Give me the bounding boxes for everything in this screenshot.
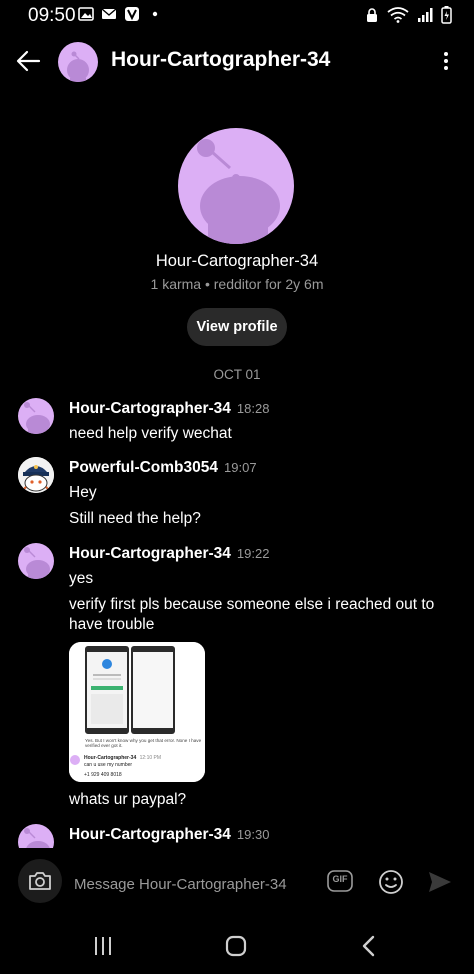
gif-button[interactable]: GIF <box>327 870 353 892</box>
message-text: need help verify wechat <box>69 425 232 442</box>
date-separator: OCT 01 <box>213 367 261 382</box>
snoo-hat-avatar-icon <box>18 457 54 493</box>
screenshot-thumbnail <box>69 642 205 782</box>
message-avatar[interactable] <box>18 543 54 579</box>
profile-avatar[interactable] <box>178 128 294 244</box>
attachment-msg: can u use my number <box>84 762 133 768</box>
message-input[interactable] <box>74 866 314 902</box>
message-text: Still need the help? <box>69 510 201 527</box>
gif-label: GIF <box>332 874 348 884</box>
username-text[interactable]: Hour-Cartographer-34 <box>69 400 231 417</box>
username-text[interactable]: Hour-Cartographer-34 <box>69 826 231 843</box>
message-username[interactable]: Hour-Cartographer-34 19:30 <box>69 826 269 844</box>
message-text: Hey <box>69 484 97 501</box>
gallery-icon <box>78 7 94 21</box>
camera-button[interactable] <box>18 859 62 903</box>
email-icon <box>101 8 117 19</box>
wifi-icon <box>387 7 409 23</box>
snoo-avatar-icon <box>24 402 50 434</box>
message-text: yes <box>69 570 94 587</box>
dot-icon <box>152 11 158 17</box>
header-avatar[interactable] <box>58 42 98 82</box>
camera-icon <box>29 872 51 890</box>
message-username[interactable]: Hour-Cartographer-34 19:22 <box>69 545 269 563</box>
profile-meta: 1 karma • redditor for 2y 6m <box>150 276 324 292</box>
emoji-icon[interactable] <box>377 868 405 896</box>
status-system-icons <box>365 6 452 24</box>
message-avatar[interactable] <box>18 824 54 848</box>
message-time: 19:30 <box>236 827 270 842</box>
snoo-avatar-icon <box>67 51 89 82</box>
kebab-menu-icon[interactable] <box>436 49 456 73</box>
send-icon[interactable] <box>426 868 454 896</box>
message-username[interactable]: Hour-Cartographer-34 18:28 <box>69 400 269 418</box>
image-attachment[interactable]: Yes. But I won't know why you get that e… <box>69 642 205 782</box>
view-profile-button[interactable]: View profile <box>187 308 287 346</box>
message-avatar[interactable] <box>18 398 54 434</box>
back-icon[interactable] <box>359 935 379 957</box>
message-time: 19:07 <box>224 460 257 475</box>
username-text[interactable]: Powerful-Comb3054 <box>69 459 218 476</box>
message-text: whats ur paypal? <box>69 791 187 808</box>
attachment-quote-text: Yes. But I won't know why you get that e… <box>85 738 202 749</box>
signal-icon <box>418 8 433 22</box>
home-icon[interactable] <box>225 935 247 957</box>
status-bar: 09:50 <box>0 0 474 30</box>
message-username[interactable]: Powerful-Comb3054 19:07 <box>69 459 257 477</box>
attachment-user-name: Hour-Cartographer-34 <box>84 755 137 761</box>
recents-icon[interactable] <box>92 936 114 956</box>
snoo-avatar-icon <box>24 828 50 848</box>
header-title: Hour-Cartographer-34 <box>111 48 331 71</box>
message-time: 19:22 <box>236 546 270 561</box>
battery-icon <box>441 6 452 24</box>
message-partial: Hour-Cartographer-34 19:30 <box>0 820 474 848</box>
snoo-avatar-icon <box>197 139 280 244</box>
message-avatar[interactable] <box>18 457 54 493</box>
message-time: 18:28 <box>236 401 270 416</box>
profile-name: Hour-Cartographer-34 <box>155 252 319 270</box>
username-text[interactable]: Hour-Cartographer-34 <box>69 545 231 562</box>
status-notification-icons <box>78 6 163 22</box>
arrow-left-icon[interactable] <box>14 46 44 76</box>
snoo-avatar-icon <box>24 547 50 579</box>
message-text: verify first pls because someone else i … <box>69 596 435 633</box>
attachment-user: Hour-Cartographer-34 12:10 PM <box>84 755 161 761</box>
attachment-user-time: 12:10 PM <box>139 755 162 761</box>
status-time: 09:50 <box>28 5 76 26</box>
lock-icon <box>367 8 377 22</box>
attachment-phone: +1 929 409 8018 <box>84 772 122 778</box>
v-app-icon <box>125 7 139 21</box>
